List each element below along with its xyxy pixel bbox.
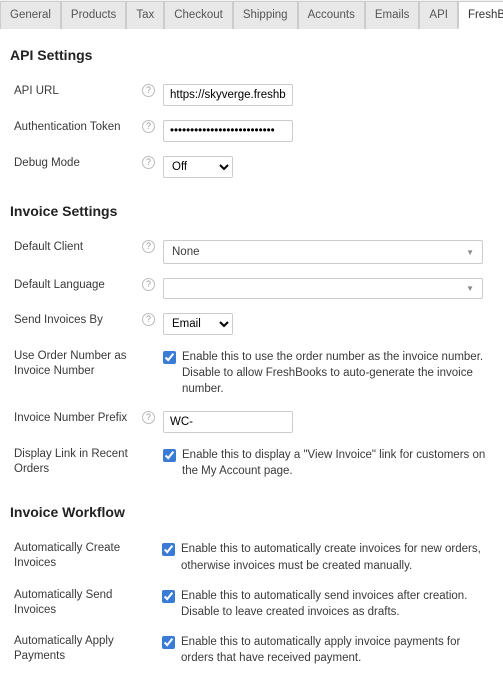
auto-create-checkbox[interactable] bbox=[162, 543, 175, 556]
use-order-number-desc: Enable this to use the order number as t… bbox=[182, 349, 489, 397]
tab-checkout[interactable]: Checkout bbox=[164, 1, 233, 29]
auto-apply-checkbox[interactable] bbox=[162, 636, 175, 649]
auth-token-input[interactable] bbox=[163, 120, 293, 142]
help-icon[interactable]: ? bbox=[142, 84, 155, 97]
section-heading-workflow: Invoice Workflow bbox=[10, 504, 493, 520]
api-url-label: API URL bbox=[10, 77, 138, 113]
api-settings-form: API URL ? Authentication Token ? Debug M… bbox=[10, 77, 493, 185]
api-url-input[interactable] bbox=[163, 84, 293, 106]
use-order-number-checkbox[interactable] bbox=[163, 351, 176, 364]
auto-send-checkbox[interactable] bbox=[162, 590, 175, 603]
chevron-down-icon: ▼ bbox=[466, 248, 474, 257]
debug-mode-label: Debug Mode bbox=[10, 149, 138, 185]
auto-send-label: Automatically Send Invoices bbox=[10, 581, 138, 627]
tab-general[interactable]: General bbox=[0, 1, 61, 29]
tab-products[interactable]: Products bbox=[61, 1, 126, 29]
help-icon[interactable]: ? bbox=[142, 156, 155, 169]
section-heading-api: API Settings bbox=[10, 47, 493, 63]
help-icon[interactable]: ? bbox=[142, 411, 155, 424]
send-invoices-label: Send Invoices By bbox=[10, 306, 138, 342]
section-heading-invoice: Invoice Settings bbox=[10, 203, 493, 219]
auto-apply-desc: Enable this to automatically apply invoi… bbox=[181, 634, 489, 666]
settings-tabs: General Products Tax Checkout Shipping A… bbox=[0, 0, 503, 29]
tab-freshbooks[interactable]: FreshBooks bbox=[458, 1, 503, 29]
display-link-checkbox[interactable] bbox=[163, 449, 176, 462]
auto-create-label: Automatically Create Invoices bbox=[10, 534, 138, 580]
auto-apply-label: Automatically Apply Payments bbox=[10, 627, 138, 673]
debug-mode-select[interactable]: Off bbox=[163, 156, 233, 178]
use-order-number-label: Use Order Number as Invoice Number bbox=[10, 342, 138, 404]
default-client-select[interactable]: None ▼ bbox=[163, 240, 483, 264]
auth-token-label: Authentication Token bbox=[10, 113, 138, 149]
default-client-label: Default Client bbox=[10, 233, 138, 271]
default-client-value: None bbox=[172, 246, 200, 258]
tab-tax[interactable]: Tax bbox=[126, 1, 164, 29]
invoice-settings-form: Default Client ? None ▼ Default Language… bbox=[10, 233, 493, 486]
auto-send-desc: Enable this to automatically send invoic… bbox=[181, 588, 489, 620]
chevron-down-icon: ▼ bbox=[466, 284, 474, 293]
display-link-label: Display Link in Recent Orders bbox=[10, 440, 138, 486]
default-language-select[interactable]: ▼ bbox=[163, 278, 483, 299]
invoice-prefix-label: Invoice Number Prefix bbox=[10, 404, 138, 440]
help-icon[interactable]: ? bbox=[142, 240, 155, 253]
tab-emails[interactable]: Emails bbox=[365, 1, 420, 29]
tab-api[interactable]: API bbox=[419, 1, 458, 29]
workflow-settings-form: Automatically Create Invoices Enable thi… bbox=[10, 534, 493, 673]
help-icon[interactable]: ? bbox=[142, 120, 155, 133]
invoice-prefix-input[interactable] bbox=[163, 411, 293, 433]
help-icon[interactable]: ? bbox=[142, 313, 155, 326]
help-icon[interactable]: ? bbox=[142, 278, 155, 291]
settings-content: API Settings API URL ? Authentication To… bbox=[0, 47, 503, 689]
display-link-desc: Enable this to display a "View Invoice" … bbox=[182, 447, 489, 479]
tab-shipping[interactable]: Shipping bbox=[233, 1, 298, 29]
default-language-label: Default Language bbox=[10, 271, 138, 306]
auto-create-desc: Enable this to automatically create invo… bbox=[181, 541, 489, 573]
tab-accounts[interactable]: Accounts bbox=[298, 1, 365, 29]
send-invoices-select[interactable]: Email bbox=[163, 313, 233, 335]
